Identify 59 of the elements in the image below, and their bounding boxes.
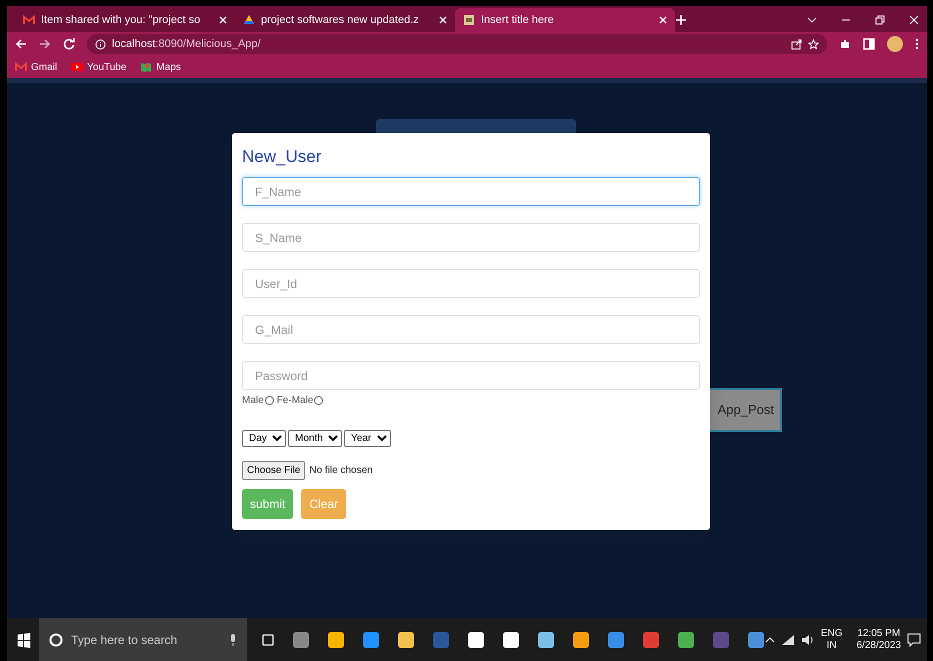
region-label[interactable]: IN — [820, 640, 842, 652]
app-icon[interactable] — [326, 630, 345, 648]
app-icon[interactable] — [536, 630, 555, 648]
back-icon[interactable] — [15, 38, 27, 50]
gmail-icon — [15, 61, 27, 73]
app-icon[interactable] — [572, 630, 590, 648]
more-icon[interactable] — [915, 38, 919, 50]
youtube-icon — [71, 61, 84, 73]
close-icon[interactable] — [219, 16, 227, 24]
chevron-icon[interactable] — [807, 15, 817, 25]
modal-title: New_User — [242, 147, 322, 168]
microphone-icon — [228, 634, 237, 646]
browser-tab[interactable]: Item shared with you: "project so — [15, 8, 235, 32]
avatar-icon[interactable] — [887, 36, 903, 52]
info-icon — [95, 38, 106, 50]
radio-label: Fe-Male — [276, 394, 314, 408]
radio-label: Male — [242, 394, 264, 408]
speaker-icon[interactable] — [800, 634, 815, 646]
choose-file-button[interactable]: Choose File — [242, 461, 306, 480]
close-icon[interactable] — [659, 16, 667, 24]
url-text: localhost:8090/Melicious_App/ — [112, 36, 261, 52]
clock-time[interactable]: 12:05 PM — [856, 628, 901, 640]
bookmark-link[interactable]: YouTube — [71, 60, 126, 74]
drive-icon — [243, 14, 255, 26]
star-icon[interactable] — [808, 38, 819, 50]
map-icon — [140, 61, 152, 73]
dropdown[interactable]: Year — [344, 430, 391, 448]
close-icon[interactable] — [909, 15, 919, 25]
search-field[interactable]: Type here to search — [39, 618, 247, 661]
bookmark-link[interactable]: Gmail — [15, 60, 58, 74]
task-view-icon[interactable] — [260, 632, 275, 646]
side-panel-icon[interactable] — [863, 38, 875, 50]
forward-icon[interactable] — [39, 38, 51, 50]
dropdown[interactable]: Month — [288, 430, 342, 448]
chevron-icon[interactable] — [764, 634, 775, 644]
notification-icon[interactable] — [907, 632, 921, 646]
restore-icon[interactable] — [875, 15, 885, 25]
network-icon[interactable] — [780, 634, 795, 646]
app-icon[interactable] — [502, 630, 520, 648]
radio-button[interactable] — [314, 396, 324, 406]
bookmark-link[interactable]: Maps — [140, 60, 181, 74]
gmail-icon — [23, 14, 35, 26]
close-icon[interactable] — [439, 16, 447, 24]
share-icon[interactable] — [791, 38, 802, 50]
dropdown[interactable]: Day — [242, 430, 286, 448]
address-bar[interactable]: localhost:8090/Melicious_App/ — [87, 34, 827, 54]
radio-button[interactable] — [264, 396, 274, 406]
input-field[interactable]: F_Name — [242, 177, 700, 206]
cortana-icon — [49, 632, 64, 646]
browser-tab[interactable]: Insert title here — [455, 8, 675, 32]
app-icon[interactable] — [466, 630, 485, 648]
reload-icon[interactable] — [63, 38, 75, 50]
app-icon[interactable] — [676, 630, 695, 648]
browser-tab[interactable]: project softwares new updated.z — [235, 8, 455, 32]
page-icon — [463, 14, 475, 26]
clock-date[interactable]: 6/28/2023 — [856, 640, 901, 652]
app-icon[interactable] — [396, 630, 415, 648]
file-status: No file chosen — [309, 464, 373, 478]
language-label[interactable]: ENG — [820, 628, 842, 640]
